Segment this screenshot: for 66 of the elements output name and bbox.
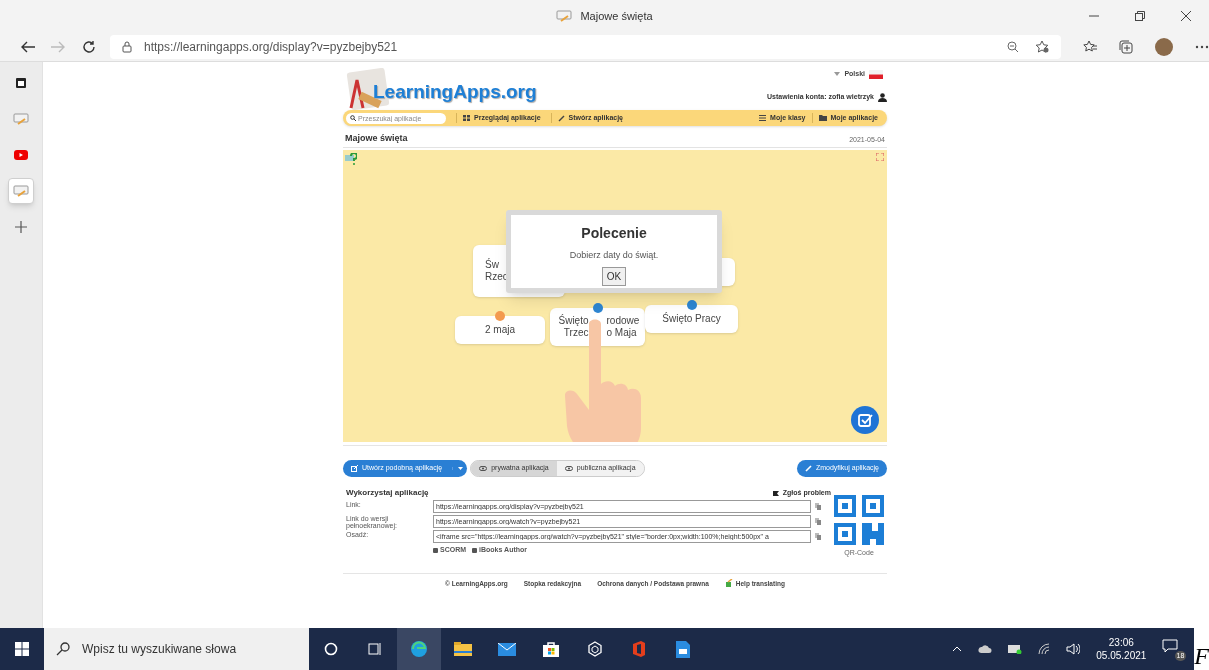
ok-button[interactable]: OK — [601, 266, 627, 286]
lock-icon — [122, 40, 132, 53]
user-icon — [878, 92, 887, 102]
copy-icon[interactable] — [815, 503, 821, 510]
card-text: 2 maja — [485, 324, 515, 336]
collections-icon[interactable] — [1119, 39, 1133, 54]
refresh-icon[interactable] — [82, 39, 96, 54]
app-title: Majowe święta — [345, 131, 408, 145]
help-icon[interactable] — [345, 153, 357, 165]
qr-code-icon[interactable] — [834, 495, 884, 545]
clock[interactable]: 23:06 05.05.2021 — [1096, 636, 1147, 662]
cloud-icon[interactable] — [978, 644, 993, 654]
check-icon[interactable] — [851, 406, 879, 434]
answer-card[interactable]: 2 maja — [455, 316, 545, 344]
app-icon — [556, 10, 573, 22]
eye-icon — [564, 466, 573, 471]
search-icon — [56, 642, 70, 656]
card-text: Święto Pracy — [662, 313, 721, 325]
dialog-title: Polecenie — [581, 224, 647, 243]
logo-text[interactable]: LearningApps.org — [373, 78, 537, 107]
caret-icon[interactable] — [452, 467, 464, 470]
translate-icon — [724, 579, 733, 588]
card-text: Święto — [557, 315, 589, 327]
flag-icon — [869, 69, 883, 79]
card-text: Św — [485, 259, 499, 271]
pencil-icon — [804, 465, 812, 472]
zoom-out-icon[interactable] — [1007, 40, 1019, 53]
browser-icon[interactable] — [397, 628, 441, 670]
more-icon[interactable] — [1195, 44, 1209, 49]
profile-avatar[interactable] — [1155, 37, 1173, 56]
taskbar-search-box[interactable]: Wpisz tu wyszukiwane słowa — [44, 628, 309, 670]
pencil-icon — [557, 114, 565, 122]
eye-icon — [479, 466, 488, 471]
clock-date: 05.05.2021 — [1096, 649, 1147, 662]
favorites-icon[interactable] — [1083, 40, 1097, 53]
card-text: Rzec — [485, 271, 508, 283]
back-icon[interactable] — [20, 39, 36, 54]
folder-icon — [818, 115, 827, 121]
chevron-up-icon[interactable] — [952, 646, 963, 652]
clock-time: 23:06 — [1108, 636, 1134, 649]
package-icon — [472, 547, 478, 553]
card-text: rodowe — [606, 315, 641, 327]
list-icon — [759, 115, 767, 121]
package-icon — [433, 547, 438, 553]
edge-letter: F — [1194, 642, 1209, 670]
wifi-icon[interactable] — [1038, 643, 1051, 655]
section-heading: Wykorzystaj aplikację — [346, 487, 429, 499]
url-text[interactable]: https://learningapps.org/display?v=pyzbejby521 — [144, 37, 398, 56]
card-text: Trzec — [562, 327, 589, 339]
copy-icon[interactable] — [815, 533, 821, 540]
address-bar[interactable]: https://learningapps.org/display?v=pyzbejby521 — [110, 34, 1061, 59]
answer-card[interactable]: Święto rodowe Trzec o Maja — [550, 308, 645, 346]
card-text: o Maja — [606, 327, 638, 339]
dropdown-icon — [834, 72, 841, 77]
edit-icon — [351, 465, 358, 472]
taskbar-search-field[interactable]: Wpisz tu wyszukiwane słowa — [82, 640, 297, 658]
search-icon — [350, 115, 356, 121]
dialog-message: Dobierz daty do świąt. — [569, 249, 659, 262]
tab-title[interactable]: Majowe święta — [580, 7, 653, 25]
add-favorite-icon[interactable] — [1035, 40, 1049, 53]
answer-card[interactable]: Święto Pracy — [645, 305, 738, 333]
volume-icon[interactable] — [1066, 643, 1081, 655]
grid-icon — [463, 115, 470, 121]
battery-icon[interactable] — [1008, 644, 1023, 654]
copy-icon[interactable] — [815, 518, 821, 525]
flag-icon — [772, 490, 779, 496]
